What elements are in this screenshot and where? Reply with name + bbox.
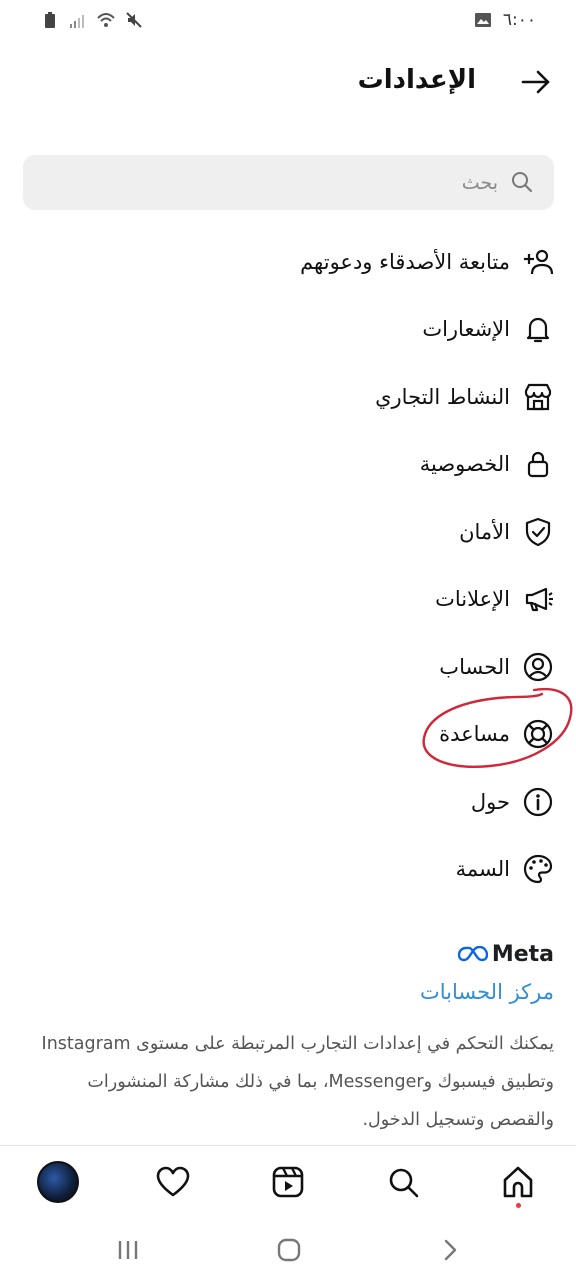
accounts-center-link[interactable]: مركز الحسابات [420,980,554,1004]
lifebuoy-icon [523,720,553,749]
page-title: الإعدادات [357,65,476,95]
menu-item-business[interactable]: النشاط التجاري [0,363,576,431]
profile-avatar [37,1161,79,1203]
menu-item-label: الإعلانات [435,587,510,612]
shop-icon [524,383,552,410]
system-navigation-bar [0,1216,576,1280]
battery-icon [45,12,55,28]
nav-profile-button[interactable] [36,1160,80,1204]
home-icon [503,1166,533,1198]
home-system-button[interactable] [271,1232,307,1268]
chevron-right-icon [444,1239,457,1261]
header: الإعدادات [0,56,576,106]
search-icon [512,172,532,192]
palette-icon [523,855,553,884]
settings-menu: متابعة الأصدقاء ودعوتهم الإشعارات النشاط… [0,228,576,903]
status-icons-left [40,10,144,30]
heart-icon [156,1166,190,1197]
menu-item-label: مساعدة [439,722,510,747]
meta-logo-text: Meta [491,941,554,967]
menu-item-label: متابعة الأصدقاء ودعوتهم [300,249,510,274]
menu-item-account[interactable]: الحساب [0,633,576,701]
menu-item-label: الإشعارات [422,317,510,342]
nav-activity-button[interactable] [151,1160,195,1204]
nav-search-button[interactable] [381,1160,425,1204]
menu-item-theme[interactable]: السمة [0,836,576,904]
reels-icon [272,1166,304,1198]
menu-item-notifications[interactable]: الإشعارات [0,296,576,364]
add-person-icon [524,249,554,274]
shield-check-icon [525,517,551,546]
menu-item-label: السمة [455,857,510,882]
accounts-center-description: يمكنك التحكم في إعدادات التجارب المرتبطة… [41,1034,554,1130]
menu-item-label: النشاط التجاري [375,384,510,409]
search-bar[interactable] [23,155,554,210]
search-input[interactable] [58,155,498,210]
menu-item-label: الخصوصية [419,452,510,477]
menu-item-security[interactable]: الأمان [0,498,576,566]
signal-icon [70,15,84,28]
menu-item-label: الحساب [439,654,510,679]
megaphone-icon [525,588,553,612]
menu-item-follow-invite[interactable]: متابعة الأصدقاء ودعوتهم [0,228,576,296]
meta-logo: Meta [457,940,554,968]
menu-item-help[interactable]: مساعدة [0,701,576,769]
info-icon [523,787,553,816]
recent-apps-button[interactable] [110,1232,146,1268]
status-icons-right: ٦:٠٠ [473,10,536,30]
home-square-icon [277,1238,301,1262]
notification-dot [516,1203,521,1208]
status-bar: ٦:٠٠ [0,0,576,44]
nav-reels-button[interactable] [266,1160,310,1204]
search-icon [389,1168,419,1198]
meta-infinity-icon [457,946,488,962]
bell-icon [526,318,550,343]
nav-home-button[interactable] [496,1160,540,1208]
bottom-nav [0,1146,576,1216]
menu-item-ads[interactable]: الإعلانات [0,566,576,634]
back-system-button[interactable] [432,1232,468,1268]
lock-icon [527,452,549,478]
recent-apps-icon [118,1241,138,1259]
wifi-icon [97,13,115,27]
arrow-right-icon [521,70,550,94]
menu-item-privacy[interactable]: الخصوصية [0,431,576,499]
mute-icon [126,12,142,28]
menu-item-label: حول [470,789,510,814]
menu-item-about[interactable]: حول [0,768,576,836]
account-circle-icon [523,652,553,681]
menu-item-label: الأمان [459,519,510,544]
gallery-notification-icon [474,13,491,27]
clock: ٦:٠٠ [502,10,536,30]
back-button[interactable] [516,62,556,102]
